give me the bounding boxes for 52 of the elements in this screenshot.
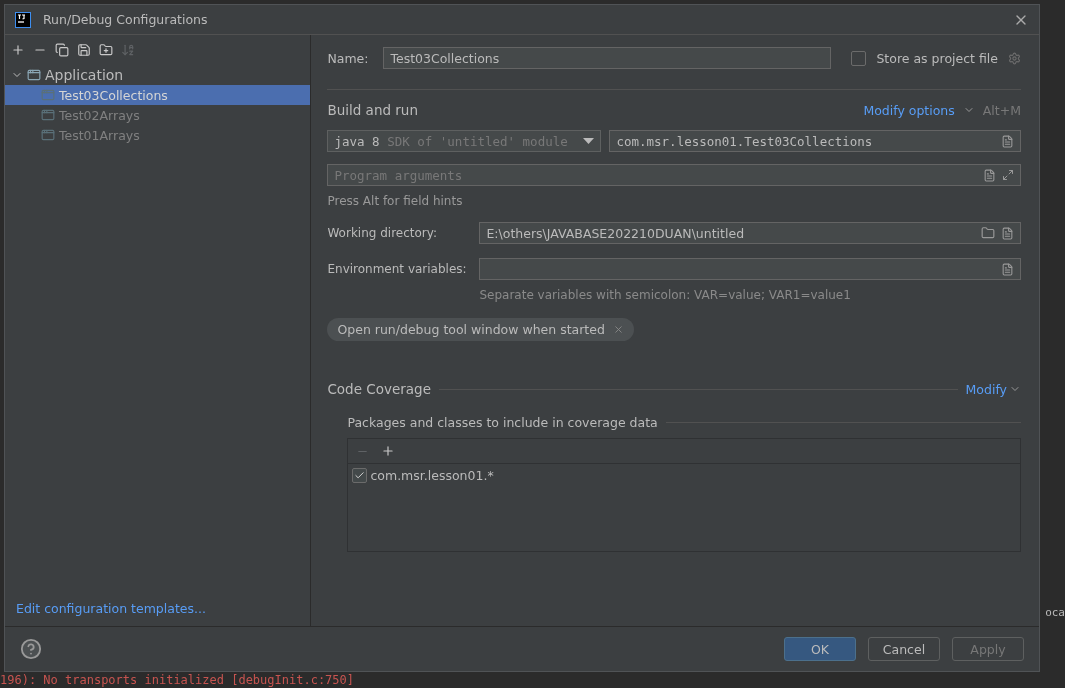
dialog-button[interactable]: OK <box>784 637 856 661</box>
environment-note: Separate variables with semicolon: VAR=value; VAR1=value1 <box>479 288 851 302</box>
close-icon[interactable] <box>612 324 624 335</box>
tree-item[interactable]: Test01Arrays <box>5 125 311 145</box>
working-directory-label: Working directory: <box>327 226 439 240</box>
expand-icon[interactable] <box>1002 169 1014 181</box>
document-icon[interactable] <box>1001 226 1014 240</box>
field-hint-text: Press Alt for field hints <box>327 194 463 208</box>
section-title: Build and run <box>327 102 418 118</box>
option-tag[interactable]: Open run/debug tool window when started <box>327 318 634 341</box>
store-label: Store as project file <box>876 50 998 66</box>
package-pattern: com.msr.lesson01.* <box>370 468 494 483</box>
tree-item[interactable]: Application <box>5 65 311 85</box>
tree-item[interactable]: Test03Collections <box>5 85 311 105</box>
section-title: Code Coverage <box>327 381 431 397</box>
window-icon <box>27 68 41 82</box>
modify-link[interactable]: Modify <box>965 381 1007 397</box>
environment-variables-label: Environment variables: <box>327 262 468 276</box>
settings-icon[interactable] <box>1008 51 1021 65</box>
modify-options-link[interactable]: Modify options <box>863 102 955 118</box>
shortcut-text: Alt+M <box>982 102 1021 118</box>
window-icon <box>41 108 55 122</box>
tree-item[interactable]: Test02Arrays <box>5 105 311 125</box>
document-icon[interactable] <box>1001 262 1014 276</box>
dropdown-arrow-icon <box>583 138 595 144</box>
help-icon[interactable] <box>20 638 42 660</box>
working-directory-field[interactable]: E:\others\JAVABASE202210DUAN\untitled <box>479 222 1021 244</box>
store-checkbox[interactable] <box>851 50 867 66</box>
check-icon <box>354 470 366 481</box>
name-label: Name: <box>327 50 370 66</box>
window-icon <box>41 128 55 142</box>
dialog-button[interactable]: Cancel <box>868 637 940 661</box>
main-class-field[interactable]: com.msr.lesson01.Test03Collections <box>609 130 1021 152</box>
folder-plus-icon[interactable] <box>99 43 113 57</box>
coverage-subtitle: Packages and classes to include in coverage data <box>347 415 658 430</box>
window-title: Run/Debug Configurations <box>43 12 209 27</box>
app-logo-icon <box>15 11 31 28</box>
option-tag-label: Open run/debug tool window when started <box>337 322 605 337</box>
console-text: 196): No transports initialized [debugInit.c:750] <box>0 673 354 687</box>
add-icon[interactable] <box>381 444 396 458</box>
copy-icon[interactable] <box>55 43 69 57</box>
edit-templates-link[interactable]: Edit configuration templates... <box>16 601 206 616</box>
editor-text: oca <box>1045 606 1065 619</box>
entry-checkbox[interactable] <box>352 468 368 483</box>
name-field[interactable]: Test03Collections <box>383 47 832 69</box>
add-icon[interactable] <box>11 43 25 57</box>
window-icon <box>41 88 55 102</box>
folder-icon[interactable] <box>981 226 995 240</box>
document-icon[interactable] <box>1001 134 1014 148</box>
document-icon[interactable] <box>983 168 996 182</box>
save-icon[interactable] <box>77 43 91 57</box>
environment-variables-field[interactable] <box>479 258 1021 280</box>
